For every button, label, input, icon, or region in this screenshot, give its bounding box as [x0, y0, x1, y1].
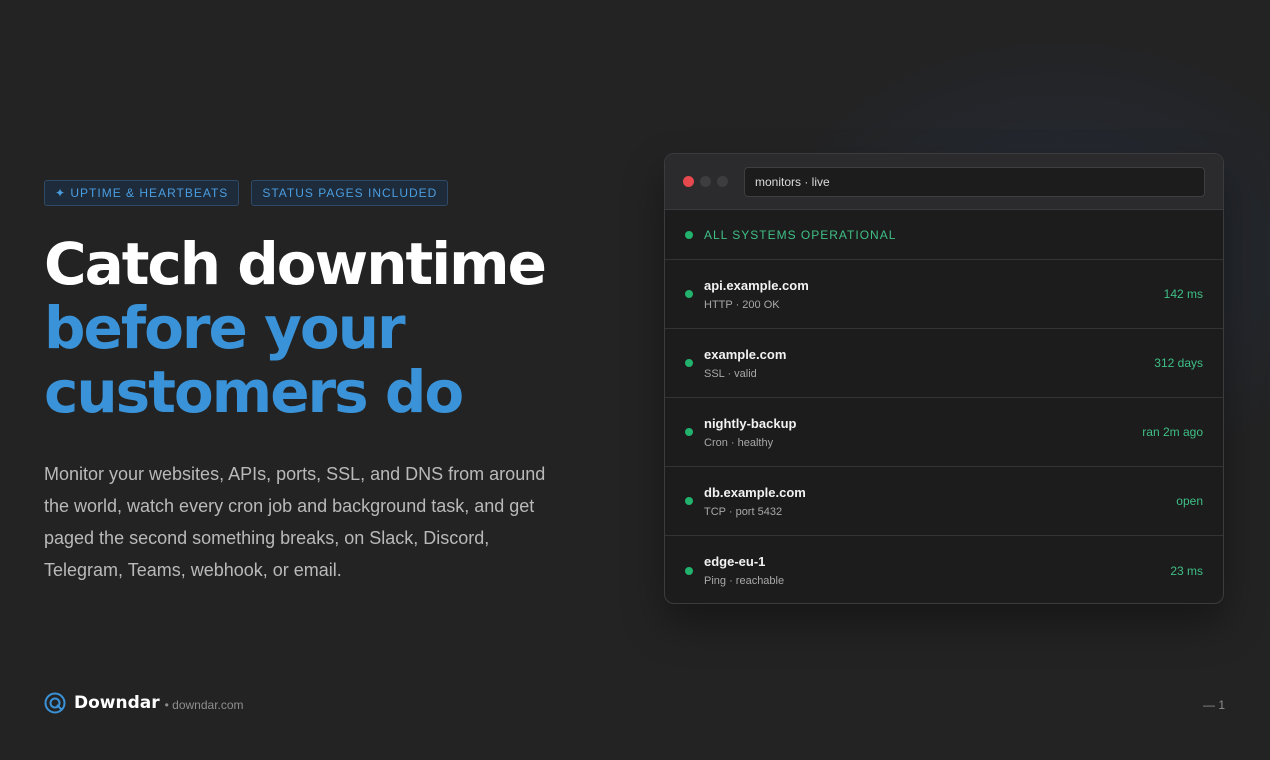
- monitors-window: monitors · live ALL SYSTEMS OPERATIONAL …: [664, 153, 1224, 604]
- uptime-heartbeats-badge: ✦ UPTIME & HEARTBEATS: [44, 180, 240, 206]
- monitor-value: 142 ms: [1163, 287, 1203, 301]
- monitor-detail: Ping · reachable: [704, 575, 785, 587]
- monitor-value: ran 2m ago: [1142, 425, 1203, 439]
- status-pages-badge: STATUS PAGES INCLUDED: [251, 180, 449, 206]
- headline-line-1: Catch downtime: [44, 230, 547, 298]
- monitor-ok-indicator: [685, 428, 693, 436]
- window-titlebar: monitors · live: [665, 154, 1223, 210]
- address-bar[interactable]: monitors · live: [744, 166, 1205, 197]
- footer-brand: Downdar • downdar.com: [44, 692, 244, 714]
- monitor-name: edge-eu-1: [704, 554, 766, 569]
- monitor-detail: HTTP · 200 OK: [704, 298, 780, 311]
- headline-line-3: customers do: [44, 358, 464, 426]
- status-ok-indicator: [685, 230, 693, 239]
- hero-description: Monitor your websites, APIs, ports, SSL,…: [44, 464, 546, 580]
- monitor-ok-indicator: [685, 359, 693, 367]
- system-status-banner: ALL SYSTEMS OPERATIONAL: [665, 210, 1223, 260]
- monitor-name: api.example.com: [704, 277, 809, 293]
- monitor-ok-indicator: [685, 566, 693, 575]
- radar-icon: [44, 692, 66, 714]
- monitor-row[interactable]: api.example.com HTTP · 200 OK 142 ms: [665, 260, 1223, 329]
- monitor-value: 312 days: [1154, 356, 1203, 370]
- brand-domain[interactable]: • downdar.com: [165, 698, 244, 712]
- monitor-name: example.com: [704, 346, 787, 362]
- monitor-detail: TCP · port 5432: [704, 505, 783, 518]
- brand-name: Downdar: [74, 693, 160, 713]
- monitor-ok-indicator: [685, 290, 693, 298]
- monitor-value: open: [1176, 494, 1203, 508]
- minimize-window-dot[interactable]: [700, 176, 711, 187]
- badge-group: ✦ UPTIME & HEARTBEATS STATUS PAGES INCLU…: [44, 180, 604, 206]
- monitor-ok-indicator: [685, 497, 693, 505]
- headline-line-2: before your: [44, 294, 406, 362]
- hero-headline: Catch downtime before your customers do: [44, 232, 604, 424]
- monitor-name: db.example.com: [704, 484, 806, 500]
- close-window-dot[interactable]: [683, 176, 694, 187]
- monitor-detail: SSL · valid: [704, 367, 757, 380]
- monitor-row[interactable]: nightly-backup Cron · healthy ran 2m ago: [665, 398, 1223, 467]
- monitor-row[interactable]: db.example.com TCP · port 5432 open: [665, 467, 1223, 536]
- maximize-window-dot[interactable]: [717, 176, 728, 187]
- hero-section: ✦ UPTIME & HEARTBEATS STATUS PAGES INCLU…: [44, 180, 604, 586]
- system-status-text: ALL SYSTEMS OPERATIONAL: [704, 227, 897, 242]
- page-number: — 1: [1202, 698, 1225, 712]
- monitor-value: 23 ms: [1170, 563, 1203, 578]
- monitor-detail: Cron · healthy: [704, 436, 774, 449]
- monitor-name: nightly-backup: [704, 415, 797, 431]
- monitor-row[interactable]: edge-eu-1 Ping · reachable 23 ms: [665, 536, 1223, 603]
- monitor-row[interactable]: example.com SSL · valid 312 days: [665, 329, 1223, 398]
